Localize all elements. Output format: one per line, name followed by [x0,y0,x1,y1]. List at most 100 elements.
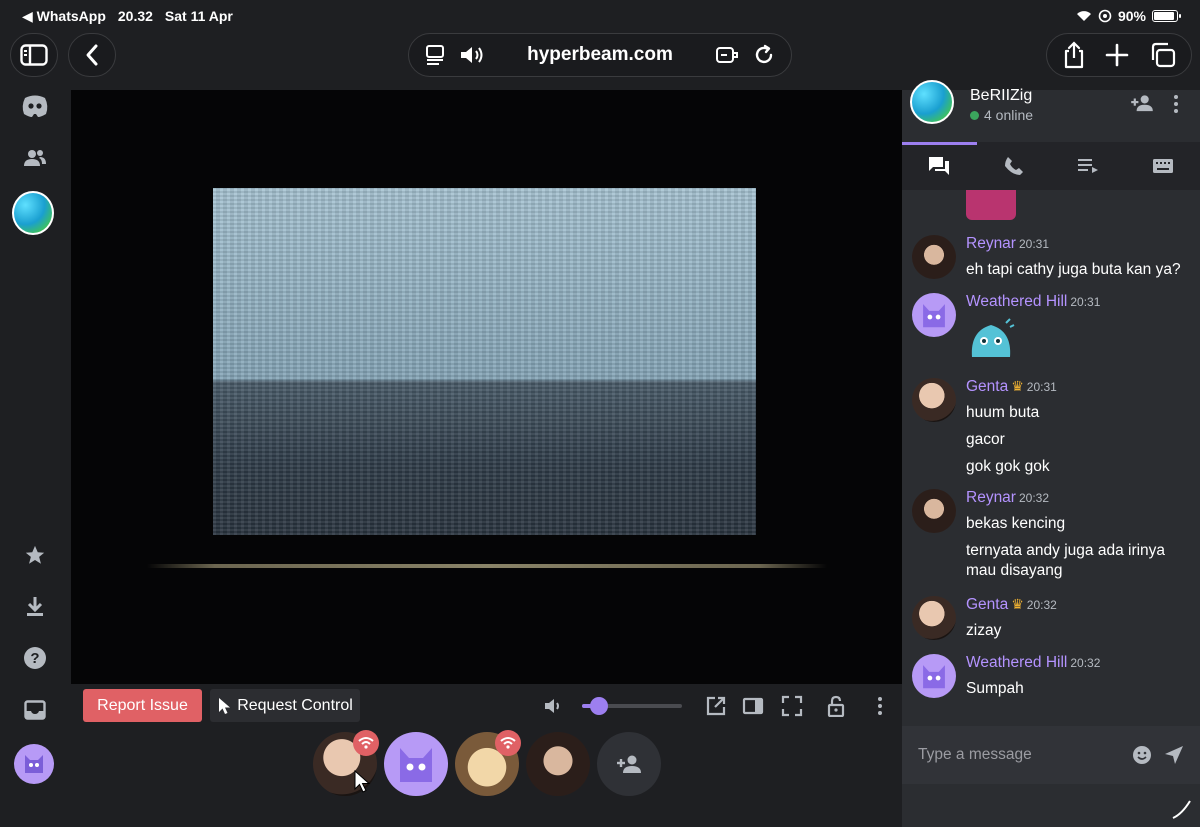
chat-message: Genta ♛ 20:31 huum buta gacor gok gok gok [912,378,1197,477]
participant-avatar[interactable] [455,730,521,796]
participant-avatar[interactable] [384,732,448,796]
chat-panel: BeRIIZig 4 online Reynar20:31 eh tapi c [902,80,1200,827]
cat-avatar-icon [25,755,43,773]
wifi-icon [500,737,516,749]
video-screen-content [213,188,756,535]
video-floor-line [147,564,827,568]
message-time: 20:32 [1018,491,1049,505]
svg-text:?: ? [30,650,39,667]
chat-message: Genta ♛ 20:32 zizay [912,596,1197,641]
report-issue-button[interactable]: Report Issue [83,689,202,722]
user-profile-button[interactable] [13,743,55,785]
server-icon-beriizig[interactable] [12,191,54,235]
invite-participant-button[interactable] [597,732,661,796]
volume-slider[interactable] [582,697,682,715]
avatar[interactable] [912,596,956,640]
chat-header: BeRIIZig 4 online [902,80,1200,142]
request-control-button[interactable]: Request Control [210,689,360,722]
help-button[interactable]: ? [14,637,56,679]
avatar[interactable] [912,654,956,698]
back-app-label: WhatsApp [36,7,106,24]
message-author[interactable]: Weathered Hill [966,293,1067,310]
url-text: hyperbeam.com [527,44,673,65]
add-person-icon[interactable] [1130,94,1154,112]
cat-avatar-icon [400,748,432,782]
reader-icon[interactable] [425,44,445,66]
page-translate-icon[interactable] [715,44,739,66]
cat-avatar-icon [923,665,945,689]
chat-message: Reynar 20:32 bekas kencing ternyata andy … [912,489,1197,581]
sidebar-panel-icon[interactable] [742,695,764,717]
tabs-overview-icon[interactable] [1148,42,1176,68]
tab-chat[interactable] [902,142,977,190]
address-bar[interactable]: hyperbeam.com [408,33,792,77]
crown-icon: ♛ [1011,378,1024,394]
playlist-icon [1078,159,1099,173]
sidebar-icon [20,44,48,66]
message-author[interactable]: Reynar [966,235,1016,252]
shared-browser-video[interactable] [71,90,902,684]
discord-home-button[interactable] [14,85,56,127]
chevron-left-icon [86,44,98,66]
chat-message: Weathered Hill 20:32 Sumpah [912,654,1197,699]
send-icon[interactable] [1164,745,1184,765]
emoji-icon[interactable] [1132,745,1152,765]
fullscreen-icon[interactable] [781,695,803,717]
back-to-app-link[interactable]: ◀ WhatsApp [22,8,106,25]
wifi-icon [1076,11,1091,21]
tab-voice[interactable] [977,142,1052,190]
back-button[interactable] [68,33,116,77]
star-icon [25,545,45,564]
message-text: gok gok gok [966,458,1050,475]
keyboard-icon [1152,159,1173,173]
tab-queue[interactable] [1051,142,1126,190]
online-count: 4 online [984,107,1034,123]
friends-button[interactable] [14,137,56,179]
speaker-icon[interactable] [459,45,485,65]
avatar[interactable] [912,489,956,533]
status-bar: ◀ WhatsApp 20.32 Sat 11 Apr 90% [0,0,1200,32]
more-options-icon[interactable] [1172,94,1180,114]
connection-badge [495,730,521,756]
phone-icon [1004,157,1023,175]
message-author[interactable]: Reynar [966,489,1016,506]
reload-icon[interactable] [753,44,775,66]
avatar[interactable] [912,378,956,422]
more-options-icon[interactable] [869,695,891,717]
chat-bubble-icon [929,157,950,175]
clock: 20.32 [117,8,153,24]
sidebar-toggle-button[interactable] [10,33,58,77]
chat-message: Weathered Hill 20:31 [912,293,1197,368]
favorites-button[interactable] [14,534,56,576]
message-input[interactable]: Type a message [918,746,1132,764]
lock-icon[interactable] [825,695,847,717]
message-author[interactable]: Weathered Hill [966,654,1067,671]
crown-icon: ♛ [1011,596,1024,612]
share-icon[interactable] [1062,41,1086,69]
participant-avatar[interactable] [313,730,379,796]
message-time: 20:32 [1026,598,1057,612]
connection-badge [353,730,379,756]
message-author[interactable]: Genta [966,596,1008,613]
message-time: 20:31 [1070,295,1101,309]
help-icon: ? [24,647,46,669]
chat-tabs [902,142,1200,190]
open-external-icon[interactable] [705,695,727,717]
volume-slider-knob[interactable] [590,697,608,715]
downloads-button[interactable] [14,585,56,627]
inbox-button[interactable] [14,689,56,731]
request-control-label: Request Control [237,696,353,714]
battery-percent: 90% [1117,8,1146,24]
avatar[interactable] [912,235,956,279]
tab-keyboard[interactable] [1126,142,1200,190]
new-tab-icon[interactable] [1105,43,1129,67]
friends-icon [24,150,46,166]
pencil-icon[interactable] [1170,798,1192,820]
avatar[interactable] [912,293,956,337]
message-author[interactable]: Genta [966,378,1008,395]
cursor-icon [354,770,371,793]
message-text: zizay [966,622,1002,639]
participant-avatar[interactable] [526,732,590,796]
message-composer[interactable]: Type a message [902,726,1200,784]
volume-icon[interactable] [542,695,564,717]
